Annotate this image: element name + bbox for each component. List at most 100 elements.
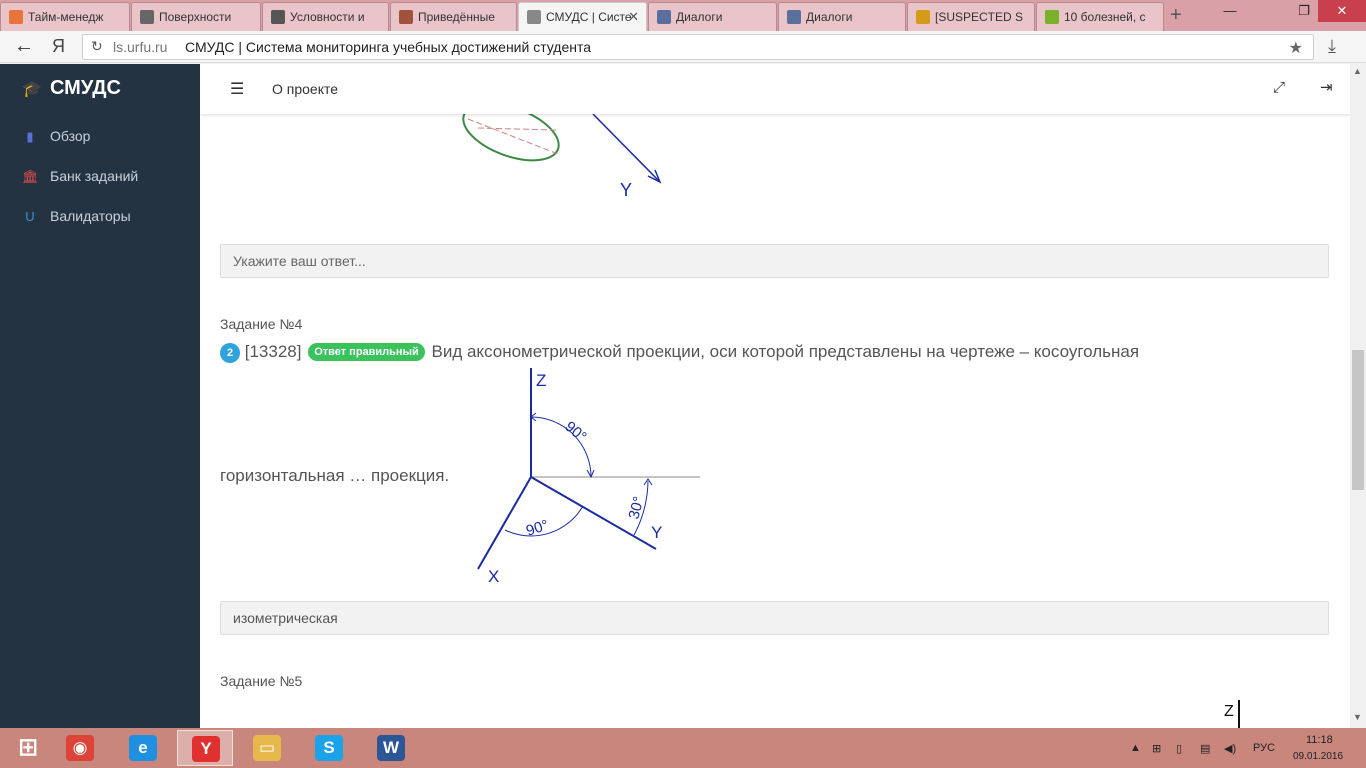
- scroll-up-arrow-icon[interactable]: ▲: [1353, 66, 1362, 76]
- bookmark-star-icon[interactable]: ★: [1289, 38, 1303, 58]
- favicon-icon: [1045, 10, 1059, 24]
- task3-figure-drawing: Y: [462, 102, 662, 200]
- favicon-icon: [916, 10, 930, 24]
- brand-logo[interactable]: 🎓 СМУДС: [22, 77, 121, 100]
- menu-toggle-icon[interactable]: ☰: [230, 79, 244, 99]
- clock-date[interactable]: 09.01.2016: [1293, 751, 1343, 762]
- browser-tab[interactable]: Диалоги: [648, 2, 777, 31]
- skype-icon: S: [315, 735, 343, 761]
- tray-network-icon[interactable]: ⊞: [1152, 742, 1161, 755]
- chart-icon: ▮: [26, 129, 34, 144]
- minimize-button[interactable]: —: [1210, 0, 1250, 22]
- tray-battery-icon[interactable]: ▯: [1176, 742, 1182, 755]
- browser-tab[interactable]: 10 болезней, с: [1036, 2, 1164, 31]
- answer-input-task3[interactable]: Укажите ваш ответ...: [220, 244, 1329, 278]
- page-scrollbar[interactable]: ▲ ▼: [1350, 64, 1366, 728]
- sidebar: 🎓 СМУДС ▮ Обзор 🏛 Банк заданий U Валидаторы: [0, 64, 200, 728]
- sidebar-item[interactable]: U Валидаторы: [22, 204, 131, 228]
- windows-start-taskbar-button[interactable]: ⊞: [0, 730, 56, 766]
- tab-label: СМУДС | Систе: [546, 10, 632, 24]
- magnet-icon: U: [25, 209, 35, 224]
- sidebar-item[interactable]: ▮ Обзор: [22, 124, 90, 148]
- close-window-button[interactable]: ✕: [1318, 0, 1366, 22]
- browser-tab[interactable]: Условности и: [262, 2, 389, 31]
- tab-label: Поверхности: [159, 10, 232, 24]
- angle-y-label: 30°: [625, 495, 647, 521]
- chrome-icon: ◉: [66, 735, 94, 761]
- yandex-browser-taskbar-button[interactable]: Y: [177, 730, 233, 766]
- answer-input-task4[interactable]: изометрическая: [220, 601, 1329, 635]
- tab-label: Тайм-менедж: [28, 10, 104, 24]
- word-taskbar-button[interactable]: W: [363, 730, 419, 766]
- internet-explorer-taskbar-button[interactable]: e: [115, 730, 171, 766]
- tray-signal-icon[interactable]: ▤: [1200, 742, 1210, 755]
- chrome-taskbar-button[interactable]: ◉: [52, 730, 108, 766]
- bank-icon: 🏛: [22, 169, 39, 184]
- question-text-continued: горизонтальная … проекция.: [220, 466, 450, 485]
- main-content: ☰ О проекте ⤢ ⇥ Y Укажите ваш ответ... З…: [200, 64, 1350, 728]
- url-field[interactable]: ↻ ls.urfu.ru СМУДС | Система мониторинга…: [82, 34, 1314, 60]
- axis-x-label: X: [488, 567, 499, 586]
- browser-tab[interactable]: Тайм-менедж: [0, 2, 130, 31]
- sidebar-item-label: Валидаторы: [50, 208, 131, 224]
- tab-label: Диалоги: [676, 10, 723, 24]
- tray-volume-icon[interactable]: ◀): [1224, 742, 1236, 755]
- yandex-logo-icon[interactable]: Я: [52, 36, 65, 57]
- task-number-badge: 2: [220, 343, 240, 363]
- windows-start-icon: ⊞: [17, 734, 39, 761]
- browser-tab-strip: Тайм-менедж Поверхности Условности и Привед…: [0, 0, 1366, 31]
- tab-label: Диалоги: [806, 10, 853, 24]
- status-badge: Ответ правильный: [308, 343, 425, 361]
- about-link[interactable]: О проекте: [272, 81, 338, 97]
- skype-taskbar-button[interactable]: S: [301, 730, 357, 766]
- file-explorer-icon: ▭: [253, 735, 281, 761]
- task4-axes-figure: Z X Y 90° 90° 30°: [468, 364, 705, 591]
- browser-tab[interactable]: СМУДС | Систе ✕: [518, 2, 647, 31]
- question-text: Вид аксонометрической проекции, оси кото…: [431, 342, 1140, 361]
- language-indicator[interactable]: РУС: [1253, 742, 1275, 754]
- favicon-icon: [9, 10, 23, 24]
- task5-figure-drawing: Z: [1224, 700, 1240, 728]
- fullscreen-icon[interactable]: ⤢: [1273, 79, 1285, 96]
- tab-label: 10 болезней, с: [1064, 10, 1146, 24]
- clock-time[interactable]: 11:18: [1306, 734, 1333, 746]
- url-page-title: СМУДС | Система мониторинга учебных дост…: [185, 39, 592, 55]
- sidebar-item[interactable]: 🏛 Банк заданий: [22, 164, 138, 188]
- windows-taskbar: ⊞ ◉ e Y ▭ S W ▲ ⊞ ▯ ▤ ◀) РУС 11:18 09.01.2016: [0, 728, 1366, 768]
- tray-overflow-icon[interactable]: ▲: [1130, 742, 1141, 754]
- scroll-down-arrow-icon[interactable]: ▼: [1353, 712, 1362, 722]
- browser-tab[interactable]: Приведённые: [390, 2, 517, 31]
- tab-label: [SUSPECTED S: [935, 10, 1024, 24]
- browser-tab[interactable]: [SUSPECTED S: [907, 2, 1035, 31]
- logout-icon[interactable]: ⇥: [1320, 78, 1333, 96]
- favicon-icon: [657, 10, 671, 24]
- axis-y-label: Y: [651, 523, 662, 542]
- new-tab-button[interactable]: +: [1170, 4, 1182, 27]
- refresh-icon[interactable]: ↻: [91, 38, 103, 55]
- task5-figure: Z: [1047, 700, 1322, 728]
- scroll-thumb[interactable]: [1352, 350, 1364, 490]
- back-arrow-icon[interactable]: ←: [14, 35, 34, 58]
- close-tab-icon[interactable]: ✕: [628, 9, 639, 25]
- graduation-cap-icon: 🎓: [22, 81, 42, 98]
- favicon-icon: [399, 10, 413, 24]
- axis-y-label: Y: [620, 180, 632, 200]
- yandex-browser-icon: Y: [192, 736, 220, 762]
- axis-z-label: Z: [1224, 703, 1234, 720]
- axis-z-label: Z: [536, 371, 546, 390]
- address-bar: ← Я ↻ ls.urfu.ru СМУДС | Система монитор…: [0, 31, 1366, 63]
- favicon-icon: [527, 10, 541, 24]
- favicon-icon: [271, 10, 285, 24]
- tab-label: Условности и: [290, 10, 365, 24]
- axes-drawing: Z X Y 90° 90° 30°: [477, 368, 700, 586]
- internet-explorer-icon: e: [129, 735, 157, 761]
- angle-xy-label: 90°: [524, 517, 551, 540]
- file-explorer-taskbar-button[interactable]: ▭: [239, 730, 295, 766]
- browser-tab[interactable]: Диалоги: [778, 2, 906, 31]
- top-navbar: ☰ О проекте ⤢ ⇥: [200, 64, 1350, 114]
- task3-figure: Y: [308, 102, 663, 234]
- sidebar-item-label: Банк заданий: [50, 168, 139, 184]
- task5-title: Задание №5: [220, 673, 303, 689]
- download-icon[interactable]: ⤓: [1328, 36, 1336, 57]
- browser-tab[interactable]: Поверхности: [131, 2, 261, 31]
